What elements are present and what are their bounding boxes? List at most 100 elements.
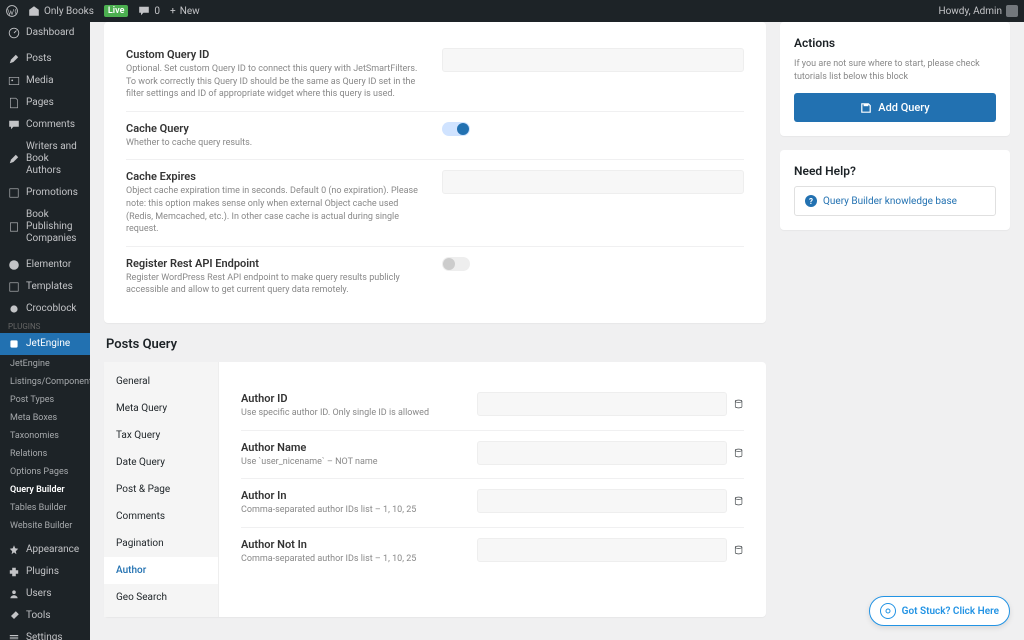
sidebar-item-users[interactable]: Users <box>0 583 90 605</box>
sidebar-label: Pages <box>26 97 54 109</box>
field-author-in: Author In Comma-separated author IDs lis… <box>241 479 744 528</box>
lifebuoy-icon <box>880 603 896 619</box>
actions-title: Actions <box>794 36 996 50</box>
sidebar-item-elementor[interactable]: Elementor <box>0 254 90 276</box>
new-link[interactable]: +New <box>170 6 200 17</box>
cache-expires-input[interactable] <box>442 170 744 194</box>
setting-desc: Register WordPress Rest API endpoint to … <box>126 272 426 297</box>
sidebar-item-pages[interactable]: Pages <box>0 92 90 114</box>
tab-meta-query[interactable]: Meta Query <box>104 395 218 422</box>
setting-label: Cache Expires <box>126 170 426 183</box>
tab-list: General Meta Query Tax Query Date Query … <box>104 362 219 617</box>
field-desc: Use `user_nicename` – NOT name <box>241 456 461 469</box>
sidebar-item-crocoblock[interactable]: Crocoblock <box>0 298 90 320</box>
sidebar-item-jetengine[interactable]: JetEngine <box>0 333 90 355</box>
sidebar-label: JetEngine <box>26 338 70 350</box>
subitem-jetengine[interactable]: JetEngine <box>0 355 90 373</box>
wp-logo[interactable] <box>6 5 18 17</box>
main-content: Custom Query ID Optional. Set custom Que… <box>90 22 1024 640</box>
subitem-tables[interactable]: Tables Builder <box>0 499 90 517</box>
sidebar-label: Promotions <box>26 187 78 199</box>
subitem-taxonomies[interactable]: Taxonomies <box>0 427 90 445</box>
database-icon[interactable] <box>733 544 744 556</box>
database-icon[interactable] <box>733 495 744 507</box>
site-name-link[interactable]: Only Books <box>28 5 94 17</box>
custom-query-id-input[interactable] <box>442 48 744 72</box>
posts-query-title: Posts Query <box>104 337 766 352</box>
tab-post-page[interactable]: Post & Page <box>104 476 218 503</box>
subitem-listings[interactable]: Listings/Components <box>0 373 90 391</box>
author-id-input[interactable] <box>477 392 727 416</box>
sidebar-item-dashboard[interactable]: Dashboard <box>0 22 90 44</box>
subitem-website[interactable]: Website Builder <box>0 517 90 535</box>
subitem-options[interactable]: Options Pages <box>0 463 90 481</box>
live-badge: Live <box>104 5 129 17</box>
database-icon[interactable] <box>733 447 744 459</box>
field-label: Author ID <box>241 392 461 405</box>
tab-content-author: Author ID Use specific author ID. Only s… <box>219 362 766 617</box>
setting-desc: Optional. Set custom Query ID to connect… <box>126 63 426 101</box>
database-icon[interactable] <box>733 398 744 410</box>
setting-desc: Whether to cache query results. <box>126 137 426 150</box>
help-link[interactable]: ? Query Builder knowledge base <box>794 186 996 216</box>
cache-query-toggle[interactable] <box>442 122 470 136</box>
sidebar-item-publishing[interactable]: Book Publishing Companies <box>0 204 90 250</box>
sidebar-label: Posts <box>26 53 52 65</box>
stuck-label: Got Stuck? Click Here <box>902 606 999 617</box>
author-not-in-input[interactable] <box>477 538 727 562</box>
sidebar-item-appearance[interactable]: Appearance <box>0 539 90 561</box>
sidebar-item-posts[interactable]: Posts <box>0 48 90 70</box>
tab-geo-search[interactable]: Geo Search <box>104 584 218 611</box>
comments-count: 0 <box>154 6 160 17</box>
author-in-input[interactable] <box>477 489 727 513</box>
avatar <box>1006 5 1018 17</box>
comments-link[interactable]: 0 <box>138 5 160 17</box>
sidebar-item-comments[interactable]: Comments <box>0 114 90 136</box>
tab-tax-query[interactable]: Tax Query <box>104 422 218 449</box>
admin-sidebar: Dashboard Posts Media Pages Comments Wri… <box>0 22 90 640</box>
setting-label: Cache Query <box>126 122 426 135</box>
sidebar-label: Book Publishing Companies <box>26 209 82 245</box>
field-desc: Comma-separated author IDs list – 1, 10,… <box>241 504 461 517</box>
subitem-posttypes[interactable]: Post Types <box>0 391 90 409</box>
tab-pagination[interactable]: Pagination <box>104 530 218 557</box>
field-label: Author Name <box>241 441 461 454</box>
rest-api-toggle[interactable] <box>442 257 470 271</box>
sidebar-label: Users <box>26 588 52 600</box>
field-desc: Use specific author ID. Only single ID i… <box>241 407 461 420</box>
tab-comments[interactable]: Comments <box>104 503 218 530</box>
sidebar-item-templates[interactable]: Templates <box>0 276 90 298</box>
sidebar-label: Media <box>26 75 54 87</box>
site-name: Only Books <box>44 6 94 17</box>
actions-desc: If you are not sure where to start, plea… <box>794 58 996 83</box>
setting-rest-api: Register Rest API Endpoint Register Word… <box>126 247 744 307</box>
sidebar-item-promotions[interactable]: Promotions <box>0 182 90 204</box>
field-author-not-in: Author Not In Comma-separated author IDs… <box>241 528 744 576</box>
subitem-querybuilder[interactable]: Query Builder <box>0 481 90 499</box>
sidebar-label: Writers and Book Authors <box>26 141 82 177</box>
tab-date-query[interactable]: Date Query <box>104 449 218 476</box>
author-name-input[interactable] <box>477 441 727 465</box>
add-query-button[interactable]: Add Query <box>794 93 996 122</box>
help-box: Need Help? ? Query Builder knowledge bas… <box>780 150 1010 230</box>
sidebar-label: Crocoblock <box>26 303 77 315</box>
sidebar-label: Plugins <box>26 566 59 578</box>
sidebar-label: Dashboard <box>26 27 74 39</box>
howdy-link[interactable]: Howdy, Admin <box>938 5 1018 17</box>
save-icon <box>860 102 872 114</box>
tab-general[interactable]: General <box>104 368 218 395</box>
sidebar-label: Settings <box>26 632 63 640</box>
tab-author[interactable]: Author <box>104 557 218 584</box>
sidebar-item-media[interactable]: Media <box>0 70 90 92</box>
howdy-text: Howdy, Admin <box>938 6 1002 17</box>
subitem-metaboxes[interactable]: Meta Boxes <box>0 409 90 427</box>
field-label: Author In <box>241 489 461 502</box>
sidebar-item-writers[interactable]: Writers and Book Authors <box>0 136 90 182</box>
sidebar-label: Appearance <box>26 544 79 556</box>
got-stuck-button[interactable]: Got Stuck? Click Here <box>869 596 1010 626</box>
subitem-relations[interactable]: Relations <box>0 445 90 463</box>
sidebar-item-plugins[interactable]: Plugins <box>0 561 90 583</box>
sidebar-item-tools[interactable]: Tools <box>0 605 90 627</box>
setting-cache-query: Cache Query Whether to cache query resul… <box>126 112 744 161</box>
sidebar-item-settings[interactable]: Settings <box>0 627 90 640</box>
